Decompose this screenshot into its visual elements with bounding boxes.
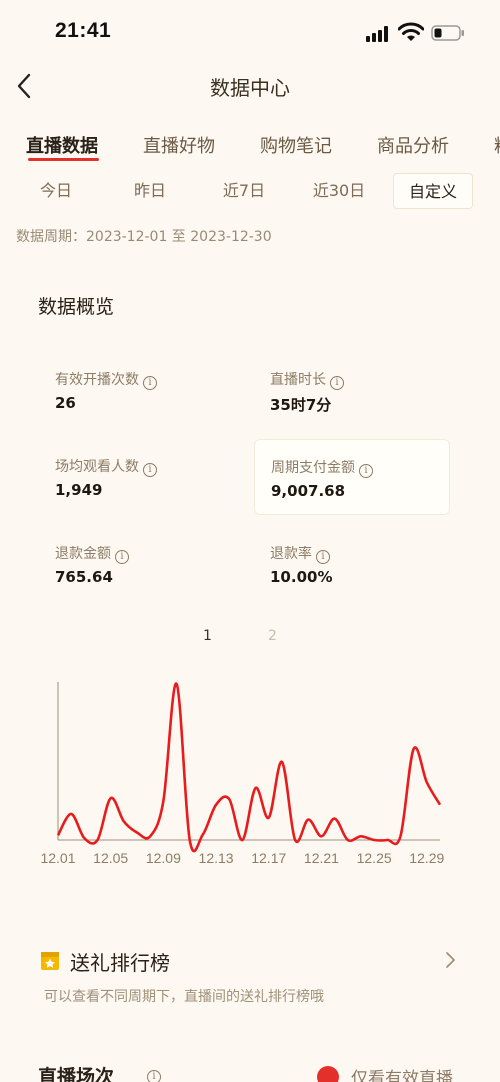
- tab-bar: 直播数据 直播好物 购物笔记 商品分析 粉: [0, 124, 500, 168]
- data-point: [346, 838, 350, 842]
- data-point: [240, 838, 244, 842]
- data-point: [398, 834, 402, 838]
- gift-ranking-subtitle: 可以查看不同周期下，直播间的送礼排行榜哦: [44, 989, 324, 1005]
- metric-value: 9,007.68: [271, 482, 346, 500]
- x-tick-label: 12.29: [409, 850, 444, 866]
- data-point: [161, 799, 165, 803]
- trophy-icon: [41, 952, 59, 970]
- x-tick-label: 12.25: [357, 850, 392, 866]
- data-point: [293, 838, 297, 842]
- trend-line-chart: 12.01 12.05 12.09 12.13 12.17 12.21 12.25 12.29: [40, 682, 445, 866]
- gift-ranking-row[interactable]: 送礼排行榜 可以查看不同周期下，直播间的送礼排行榜哦: [0, 938, 500, 1008]
- valid-only-label[interactable]: 仅看有效直播: [351, 1064, 453, 1082]
- metric-label: 直播时长: [270, 372, 326, 388]
- date-filter-bar: 今日 昨日 近7日 近30日 自定义: [0, 172, 500, 212]
- tab-shopping-notes[interactable]: 购物笔记: [260, 132, 332, 158]
- metric-label: 周期支付金额: [271, 460, 355, 476]
- series-line: [56, 682, 442, 853]
- data-point: [96, 838, 100, 842]
- metric-value: 1,949: [55, 481, 103, 499]
- data-point: [359, 834, 363, 838]
- live-sessions-title: 直播场次: [38, 1066, 115, 1082]
- tab-live-data[interactable]: 直播数据: [26, 132, 98, 158]
- data-point: [175, 682, 179, 686]
- data-point: [425, 780, 429, 784]
- data-point: [148, 834, 152, 838]
- page-title: 数据中心: [210, 76, 290, 100]
- data-point: [122, 819, 126, 823]
- filter-30-days[interactable]: 近30日: [298, 173, 380, 209]
- data-point: [135, 831, 139, 835]
- metric-label: 退款金额: [55, 546, 111, 562]
- info-icon[interactable]: i: [359, 464, 373, 478]
- metric-card-refund-amount[interactable]: 退款金额 i 765.64: [39, 526, 235, 602]
- filter-custom[interactable]: 自定义: [393, 173, 473, 209]
- wifi-icon: [398, 22, 424, 41]
- battery-icon: [431, 25, 464, 41]
- data-point: [412, 747, 416, 751]
- pager-page-1[interactable]: 1: [203, 628, 212, 644]
- data-point: [69, 812, 73, 816]
- metric-value: 35时7分: [270, 396, 332, 414]
- checkbox-checked-icon[interactable]: [317, 1066, 339, 1082]
- data-point: [372, 838, 376, 842]
- filter-today[interactable]: 今日: [20, 173, 92, 209]
- status-time: 21:41: [55, 19, 112, 42]
- metric-card-live-duration[interactable]: 直播时长 i 35时7分: [254, 352, 450, 428]
- nav-bar: 数据中心: [0, 60, 500, 112]
- info-icon[interactable]: i: [330, 376, 344, 390]
- data-period: 数据周期：2023-12-01 至 2023-12-30: [16, 229, 272, 245]
- chevron-right-icon[interactable]: [444, 950, 458, 970]
- overview-title: 数据概览: [38, 296, 115, 318]
- x-tick-label: 12.17: [251, 850, 286, 866]
- tab-fans[interactable]: 粉: [494, 132, 500, 158]
- active-tab-indicator: [28, 158, 99, 161]
- gift-ranking-title: 送礼排行榜: [70, 951, 170, 975]
- info-icon[interactable]: i: [143, 376, 157, 390]
- tab-live-products[interactable]: 直播好物: [143, 132, 215, 158]
- metric-label: 场均观看人数: [55, 459, 139, 475]
- data-point: [306, 818, 310, 822]
- x-tick-label: 12.05: [93, 850, 128, 866]
- metric-value: 10.00%: [270, 568, 333, 586]
- metric-value: 765.64: [55, 568, 113, 586]
- metric-label: 退款率: [270, 546, 312, 562]
- metric-card-refund-rate[interactable]: 退款率 i 10.00%: [254, 526, 450, 602]
- data-point: [438, 803, 442, 807]
- data-point: [82, 836, 86, 840]
- info-icon[interactable]: i: [115, 550, 129, 564]
- info-icon[interactable]: i: [147, 1070, 161, 1082]
- tab-product-analysis[interactable]: 商品分析: [377, 132, 449, 158]
- x-tick-label: 12.09: [146, 850, 181, 866]
- signal-icon: [366, 26, 390, 42]
- data-point: [319, 834, 323, 838]
- metric-value: 26: [55, 394, 76, 412]
- data-point: [333, 817, 337, 821]
- x-tick-label: 12.01: [40, 850, 75, 866]
- status-bar: 21:41: [0, 0, 500, 60]
- data-point: [214, 803, 218, 807]
- data-point: [280, 760, 284, 764]
- metric-card-valid-sessions[interactable]: 有效开播次数 i 26: [39, 352, 235, 428]
- data-point: [227, 797, 231, 801]
- info-icon[interactable]: i: [143, 463, 157, 477]
- x-tick-label: 12.21: [304, 850, 339, 866]
- metric-label: 有效开播次数: [55, 372, 139, 388]
- x-tick-label: 12.13: [199, 850, 234, 866]
- metric-card-avg-viewers[interactable]: 场均观看人数 i 1,949: [39, 439, 235, 515]
- data-point: [267, 816, 271, 820]
- data-point: [188, 838, 192, 842]
- data-point: [109, 796, 113, 800]
- pager-page-2[interactable]: 2: [268, 628, 277, 644]
- info-icon[interactable]: i: [316, 550, 330, 564]
- data-point: [201, 832, 205, 836]
- data-point: [56, 833, 60, 837]
- filter-7-days[interactable]: 近7日: [208, 173, 280, 209]
- metric-card-period-payment[interactable]: 周期支付金额 i 9,007.68: [254, 439, 450, 515]
- live-sessions-header: 直播场次 i 仅看有效直播: [0, 1056, 500, 1082]
- data-point: [254, 786, 258, 790]
- filter-yesterday[interactable]: 昨日: [114, 173, 186, 209]
- data-point: [385, 838, 389, 842]
